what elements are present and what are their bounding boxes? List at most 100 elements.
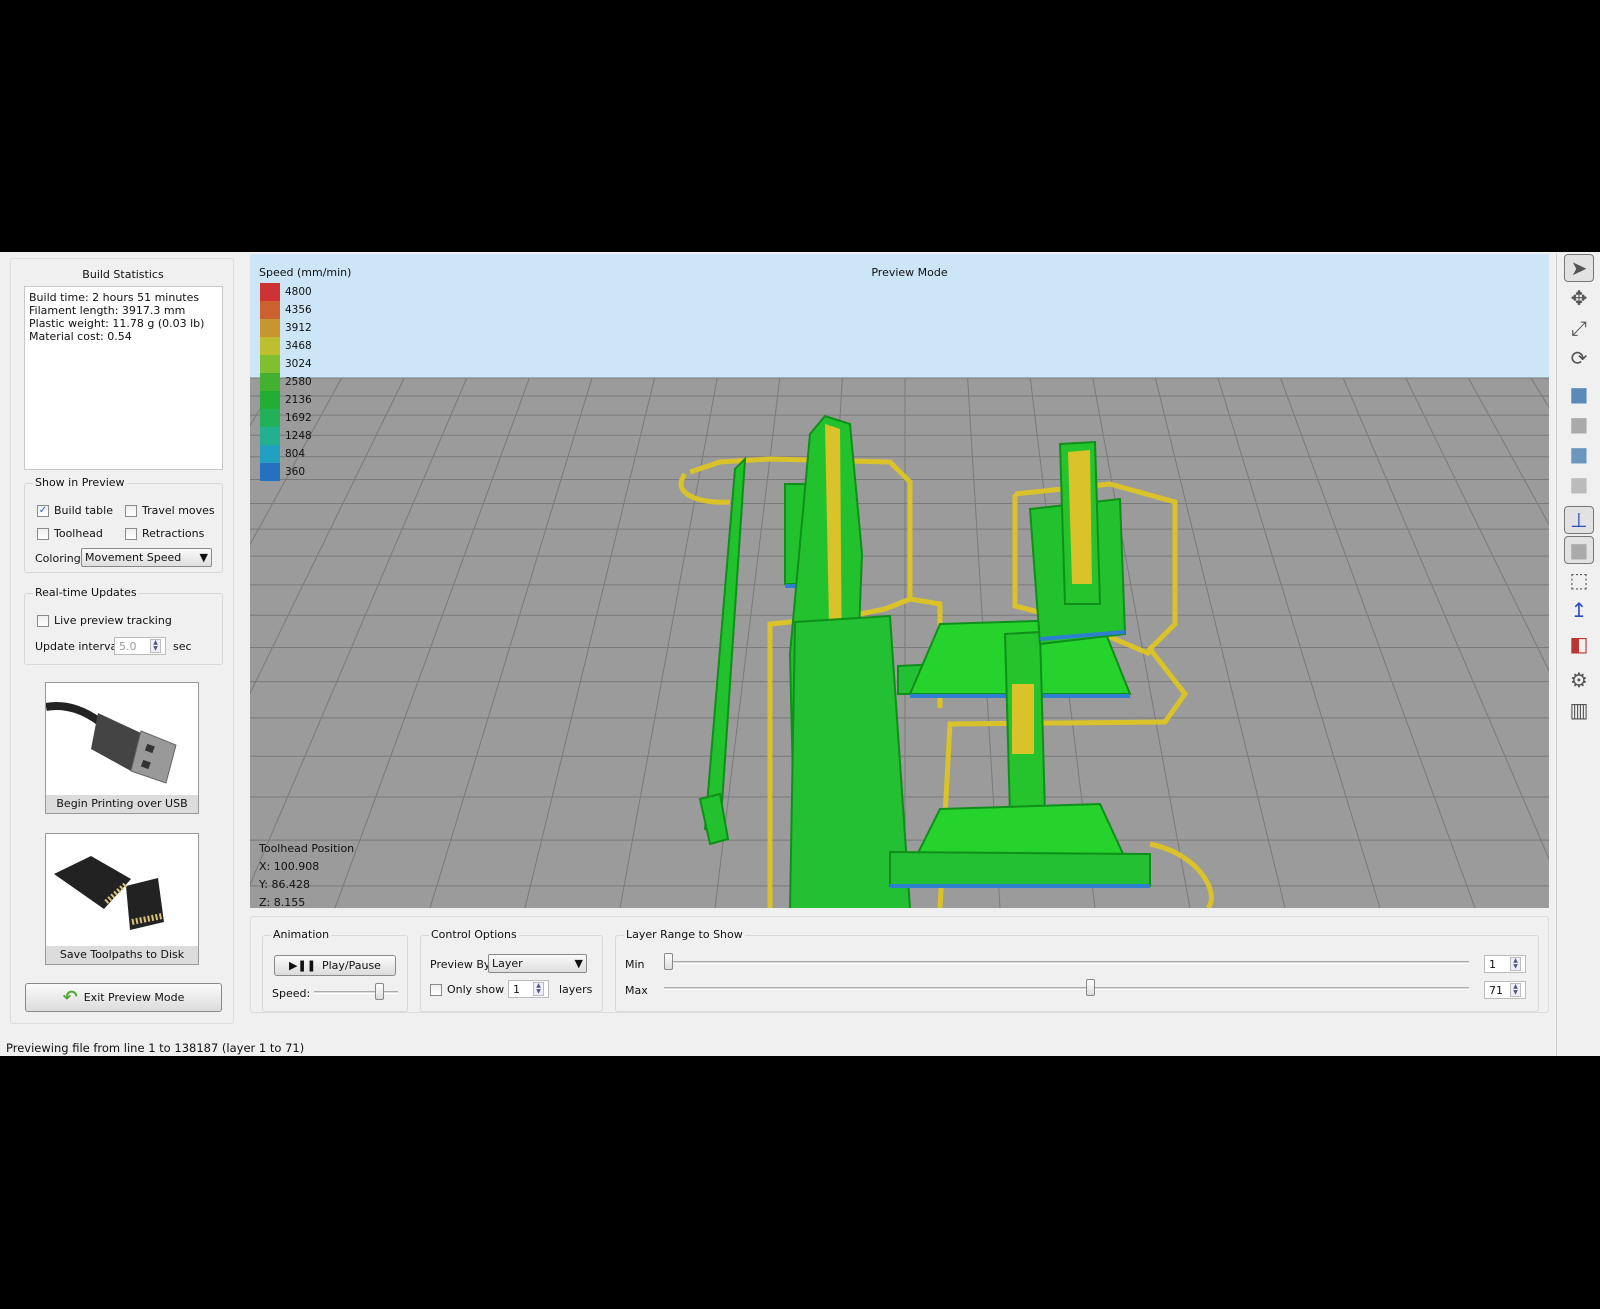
interval-unit: sec <box>173 640 192 653</box>
settings-icon: ⚙ <box>1570 668 1588 692</box>
spin-arrows-icon[interactable]: ▲ ▼ <box>533 982 544 996</box>
select-button[interactable]: ➤ <box>1564 254 1594 282</box>
solid-view-button[interactable]: ■ <box>1564 536 1594 564</box>
build-table-checkbox[interactable]: ✓ Build table <box>37 504 113 517</box>
coloring-select[interactable]: Movement Speed ▼ <box>81 548 212 567</box>
rotate-icon: ⟳ <box>1570 346 1588 370</box>
select-value: Movement Speed <box>85 551 182 564</box>
normals-button[interactable]: ↥ <box>1564 596 1594 624</box>
legend-swatch <box>260 373 280 391</box>
checkbox-label: Only show <box>447 983 505 996</box>
speed-slider[interactable] <box>314 991 398 994</box>
travel-moves-checkbox[interactable]: Travel moves <box>125 504 215 517</box>
toolhead-checkbox[interactable]: Toolhead <box>37 527 103 540</box>
cross-section-button[interactable]: ◧ <box>1564 630 1594 658</box>
update-interval-spinbox[interactable]: 5.0 ▲ ▼ <box>114 637 166 655</box>
legend-value: 2136 <box>285 394 312 406</box>
chevron-down-icon: ▼ <box>574 957 583 970</box>
3d-viewport[interactable]: Speed (mm/min) 4800 4356 3912 3468 3024 2580 2… <box>250 254 1549 908</box>
only-show-checkbox[interactable]: Only show <box>430 983 504 996</box>
min-layer-spinbox[interactable]: 1 ▲ ▼ <box>1484 955 1526 973</box>
select-icon: ➤ <box>1570 256 1588 280</box>
checkbox-label: Live preview tracking <box>54 614 172 627</box>
checkbox-label: Travel moves <box>142 504 215 517</box>
toolhead-position: Toolhead Position X: 100.908 Y: 86.428 Z… <box>259 840 354 908</box>
exit-preview-button[interactable]: ↶ Exit Preview Mode <box>25 983 222 1012</box>
spin-arrows-icon[interactable]: ▲ ▼ <box>1510 957 1521 971</box>
usb-button-label: Begin Printing over USB <box>46 795 198 813</box>
view-front-button[interactable]: ■ <box>1564 410 1594 438</box>
legend-value: 1692 <box>285 412 312 424</box>
legend-swatch <box>260 445 280 463</box>
play-pause-button[interactable]: ▶❚❚ Play/Pause <box>274 955 396 976</box>
legend-swatch <box>260 301 280 319</box>
spin-value: 1 <box>513 982 520 996</box>
sd-button-label: Save Toolpaths to Disk <box>46 946 198 964</box>
max-layer-spinbox[interactable]: 71 ▲ ▼ <box>1484 981 1526 999</box>
button-label: Play/Pause <box>321 959 381 972</box>
bottom-controls: Animation ▶❚❚ Play/Pause Speed: Control O… <box>250 916 1549 1013</box>
speed-slider-thumb[interactable] <box>374 983 384 1000</box>
live-tracking-checkbox[interactable]: Live preview tracking <box>37 614 172 627</box>
min-layer-slider[interactable] <box>664 961 1469 964</box>
play-pause-icon: ▶❚❚ <box>289 959 316 972</box>
preview-by-select[interactable]: Layer ▼ <box>488 954 587 973</box>
legend-entry: 3024 <box>260 355 312 373</box>
group-title: Show in Preview <box>33 476 127 489</box>
stat-line: Material cost: 0.54 <box>29 330 132 343</box>
legend-swatch <box>260 391 280 409</box>
tower-infill <box>1068 450 1092 584</box>
toolpath-scene[interactable] <box>250 254 1549 908</box>
lower-base <box>889 850 1151 887</box>
spin-arrows-icon[interactable]: ▲ ▼ <box>1510 983 1521 997</box>
only-show-spinbox[interactable]: 1 ▲ ▼ <box>508 980 549 998</box>
legend-value: 3024 <box>285 358 312 370</box>
layers-label: layers <box>559 983 593 996</box>
realtime-updates-group: Real-time Updates Live preview tracking … <box>24 586 223 665</box>
supports-icon: ▥ <box>1569 698 1589 722</box>
legend-entry: 2580 <box>260 373 312 391</box>
button-label: Exit Preview Mode <box>83 991 185 1004</box>
sd-card-icon <box>54 856 164 930</box>
preview-mode-label: Preview Mode <box>871 266 948 279</box>
speed-label: Speed: <box>272 987 311 1000</box>
scale-button[interactable]: ⤢ <box>1564 314 1594 342</box>
min-layer-thumb[interactable] <box>664 953 673 970</box>
layer-range-group: Layer Range to Show Min Max 1 ▲ ▼ 71 ▲ ▼ <box>615 928 1539 1012</box>
checkbox-label: Toolhead <box>54 527 103 540</box>
checkbox-checked-icon: ✓ <box>37 504 49 517</box>
legend-entry: 360 <box>260 463 312 481</box>
min-label: Min <box>625 958 645 971</box>
view-iso-button[interactable]: ■ <box>1564 470 1594 498</box>
wireframe-button[interactable]: ⬚ <box>1564 566 1594 594</box>
build-statistics-box[interactable]: Build time: 2 hours 51 minutes Filament … <box>24 286 223 470</box>
move-button[interactable]: ✥ <box>1564 284 1594 312</box>
legend-value: 360 <box>285 466 306 478</box>
retractions-checkbox[interactable]: Retractions <box>125 527 204 540</box>
show-in-preview-group: Show in Preview ✓ Build table Travel move… <box>24 476 223 573</box>
preview-by-label: Preview By <box>430 958 491 971</box>
settings-button[interactable]: ⚙ <box>1564 666 1594 694</box>
view-side-icon: ■ <box>1569 442 1589 466</box>
group-title: Control Options <box>429 928 519 941</box>
legend-value: 1248 <box>285 430 312 442</box>
axes-button[interactable]: ⊥ <box>1564 506 1594 534</box>
begin-printing-usb-button[interactable]: Begin Printing over USB <box>45 682 199 814</box>
back-arrow-icon: ↶ <box>62 987 78 1008</box>
max-layer-thumb[interactable] <box>1086 979 1096 996</box>
update-interval-label: Update interval <box>35 640 121 653</box>
animation-group: Animation ▶❚❚ Play/Pause Speed: <box>262 928 408 1012</box>
legend-value: 4356 <box>285 304 312 316</box>
save-toolpaths-button[interactable]: Save Toolpaths to Disk <box>45 833 199 965</box>
rotate-button[interactable]: ⟳ <box>1564 344 1594 372</box>
view-side-button[interactable]: ■ <box>1564 440 1594 468</box>
spin-arrows-icon[interactable]: ▲ ▼ <box>150 639 161 653</box>
max-layer-slider[interactable] <box>664 987 1469 990</box>
supports-button[interactable]: ▥ <box>1564 696 1594 724</box>
view-top-button[interactable]: ■ <box>1564 380 1594 408</box>
checkbox-label: Build table <box>54 504 113 517</box>
legend-swatch <box>260 319 280 337</box>
stat-line: Plastic weight: 11.78 g (0.03 lb) <box>29 317 205 330</box>
toolhead-z: Z: 8.155 <box>259 896 306 908</box>
legend-swatch <box>260 463 280 481</box>
